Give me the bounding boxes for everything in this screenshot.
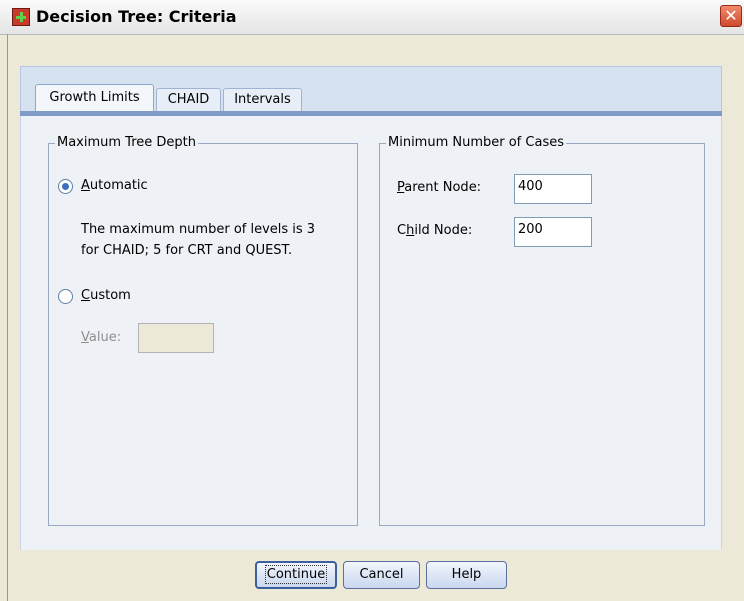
tab-chaid[interactable]: CHAID: [156, 88, 221, 111]
depth-description-line2: for CHAID; 5 for CRT and QUEST.: [81, 243, 293, 258]
tab-chaid-label: CHAID: [167, 92, 210, 107]
continue-button[interactable]: Continue: [255, 561, 337, 589]
parent-node-label-text: arent Node:: [404, 180, 482, 195]
parent-node-label: Parent Node:: [397, 180, 481, 195]
child-node-label-pre: C: [397, 223, 407, 238]
automatic-radio[interactable]: [58, 179, 73, 194]
value-label: Value:: [81, 330, 121, 345]
tab-growth-limits-label: Growth Limits: [49, 90, 140, 105]
automatic-label[interactable]: Automatic: [81, 178, 148, 193]
custom-value-input[interactable]: [138, 323, 214, 353]
close-icon: ✕: [724, 6, 738, 25]
help-button-label: Help: [451, 567, 482, 582]
automatic-label-text: utomatic: [89, 178, 148, 193]
tab-intervals-label: Intervals: [234, 92, 291, 107]
child-node-value: 200: [518, 222, 543, 237]
help-button[interactable]: Help: [426, 561, 507, 589]
window-title: Decision Tree: Criteria: [36, 7, 237, 26]
depth-description-line1: The maximum number of levels is 3: [81, 222, 316, 237]
child-node-input[interactable]: 200: [514, 217, 592, 247]
tab-growth-limits[interactable]: Growth Limits: [35, 84, 154, 111]
title-bar: Decision Tree: Criteria ✕: [0, 0, 744, 35]
automatic-mnemonic: A: [81, 178, 90, 193]
parent-node-value: 400: [518, 179, 543, 194]
custom-label-text: ustom: [90, 288, 131, 303]
close-button[interactable]: ✕: [720, 5, 742, 27]
parent-node-input[interactable]: 400: [514, 174, 592, 204]
cancel-button-label: Cancel: [359, 567, 404, 582]
value-mnemonic: V: [81, 330, 89, 345]
child-node-label: Child Node:: [397, 223, 472, 238]
child-node-label-text: ild Node:: [414, 223, 473, 238]
tab-intervals[interactable]: Intervals: [223, 88, 302, 111]
custom-mnemonic: C: [81, 288, 91, 303]
continue-button-label: Continue: [264, 565, 328, 584]
custom-radio[interactable]: [58, 289, 73, 304]
app-icon: [12, 8, 30, 26]
value-label-text: alue:: [88, 330, 122, 345]
custom-label[interactable]: Custom: [81, 288, 131, 303]
max-tree-depth-legend: Maximum Tree Depth: [55, 135, 199, 151]
min-cases-legend: Minimum Number of Cases: [386, 135, 566, 151]
cancel-button[interactable]: Cancel: [343, 561, 420, 589]
